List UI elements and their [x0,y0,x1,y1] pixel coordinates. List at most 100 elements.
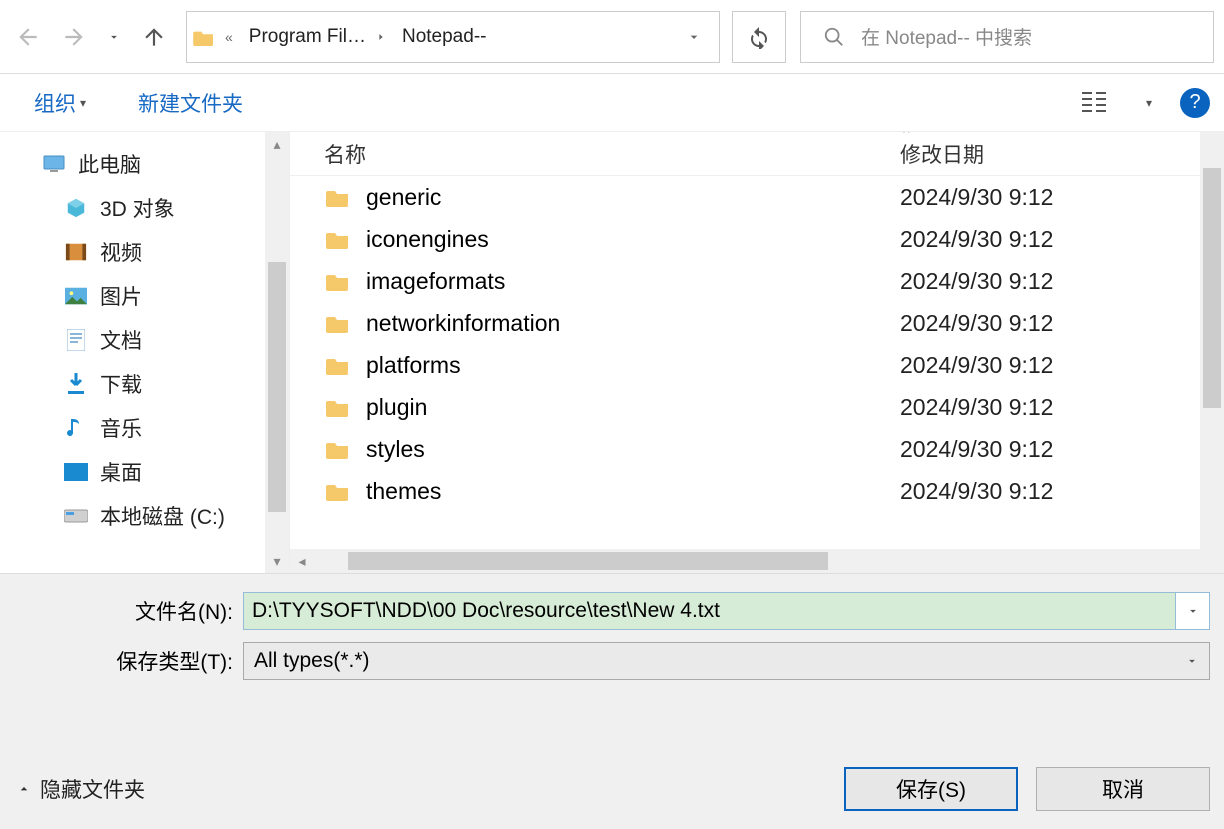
nav-bar: « Program Fil… Notepad-- 在 Notepad-- 中搜索 [0,0,1224,74]
file-row[interactable]: platforms 2024/9/30 9:12 [290,344,1224,386]
folder-icon [324,354,352,376]
toolbar: 组织 ▾ 新建文件夹 ▾ ? [0,74,1224,132]
chevron-down-icon: ▾ [80,96,86,110]
folder-icon [324,480,352,502]
sidebar-item-disk-c[interactable]: 本地磁盘 (C:) [0,494,289,538]
file-date: 2024/9/30 9:12 [880,352,1224,379]
sidebar-item-3d-objects[interactable]: 3D 对象 [0,186,289,230]
column-date[interactable]: 修改日期 [880,139,1224,169]
file-name: themes [366,478,441,505]
file-date: 2024/9/30 9:12 [880,226,1224,253]
folder-icon [324,228,352,250]
file-date: 2024/9/30 9:12 [880,310,1224,337]
file-row[interactable]: themes 2024/9/30 9:12 [290,470,1224,512]
sort-indicator-icon: ⌃ [900,132,913,144]
horizontal-scrollbar[interactable]: ◂ ▸ [290,549,1224,573]
folder-icon [324,312,352,334]
sidebar-item-documents[interactable]: 文档 [0,318,289,362]
sidebar-item-videos[interactable]: 视频 [0,230,289,274]
desktop-icon [62,460,90,484]
breadcrumb[interactable]: « Program Fil… Notepad-- [186,11,720,63]
file-pane: 名称 修改日期 ⌃ generic2024/9/30 9:12iconengin… [290,132,1224,573]
file-row[interactable]: styles 2024/9/30 9:12 [290,428,1224,470]
view-options-button[interactable] [1078,83,1118,123]
drive-icon [62,504,90,528]
save-button[interactable]: 保存(S) [844,767,1018,811]
file-row[interactable]: imageformats2024/9/30 9:12 [290,260,1224,302]
scroll-thumb[interactable] [348,552,828,570]
nav-history-dropdown[interactable] [100,17,128,57]
file-name: plugin [366,394,427,421]
file-row[interactable]: plugin 2024/9/30 9:12 [290,386,1224,428]
filetype-label: 保存类型(T): [0,646,243,676]
file-name: networkinformation [366,310,560,337]
folder-icon [324,186,352,208]
sidebar-scrollbar[interactable]: ▴ ▾ [265,132,289,573]
hide-folders-toggle[interactable]: 隐藏文件夹 [16,774,145,804]
nav-up-button[interactable] [134,17,174,57]
main: 此电脑 3D 对象 视频 图片 文档 下载 音乐 桌面 [0,132,1224,574]
column-name[interactable]: 名称 [290,139,880,169]
search-icon [823,26,845,48]
video-icon [62,240,90,264]
document-icon [62,328,90,352]
file-name: generic [366,184,441,211]
breadcrumb-dropdown[interactable] [669,12,719,62]
scroll-down-icon[interactable]: ▾ [265,549,289,573]
sidebar-item-downloads[interactable]: 下载 [0,362,289,406]
nav-back-button[interactable] [8,17,48,57]
chevron-down-icon[interactable]: ▾ [1146,96,1152,110]
scroll-left-icon[interactable]: ◂ [290,553,314,570]
breadcrumb-segment[interactable]: Program Fil… [243,12,372,62]
file-date: 2024/9/30 9:12 [880,184,1224,211]
refresh-button[interactable] [732,11,786,63]
picture-icon [62,284,90,308]
filename-input[interactable] [243,592,1176,630]
folder-icon [324,396,352,418]
file-date: 2024/9/30 9:12 [880,478,1224,505]
folder-icon [324,438,352,460]
scroll-up-icon[interactable]: ▴ [265,132,289,156]
search-placeholder: 在 Notepad-- 中搜索 [861,23,1032,50]
sidebar-item-pictures[interactable]: 图片 [0,274,289,318]
chevron-up-icon [16,781,32,797]
filetype-select[interactable]: All types(*.*) [243,642,1210,680]
file-date: 2024/9/30 9:12 [880,436,1224,463]
scroll-thumb[interactable] [1203,168,1221,408]
footer: 隐藏文件夹 保存(S) 取消 [0,767,1210,811]
sidebar-item-this-pc[interactable]: 此电脑 [0,142,289,186]
file-name: imageformats [366,268,505,295]
filename-label: 文件名(N): [0,596,243,626]
sidebar: 此电脑 3D 对象 视频 图片 文档 下载 音乐 桌面 [0,132,290,573]
new-folder-button[interactable]: 新建文件夹 [138,88,243,118]
breadcrumb-segment[interactable]: Notepad-- [396,12,493,62]
music-icon [62,416,90,440]
file-row[interactable]: networkinformation 2024/9/30 9:12 [290,302,1224,344]
file-date: 2024/9/30 9:12 [880,394,1224,421]
organize-button[interactable]: 组织 ▾ [34,88,86,118]
help-button[interactable]: ? [1180,88,1210,118]
breadcrumb-separator: « [225,29,233,45]
folder-icon [324,270,352,292]
download-icon [62,372,90,396]
chevron-down-icon [1185,654,1199,668]
file-name: platforms [366,352,461,379]
folder-icon [187,28,221,46]
file-name: iconengines [366,226,489,253]
form-area: 文件名(N): 保存类型(T): All types(*.*) 隐藏文件夹 保存… [0,574,1224,829]
search-input[interactable]: 在 Notepad-- 中搜索 [800,11,1214,63]
computer-icon [40,152,68,176]
filename-dropdown[interactable] [1176,592,1210,630]
file-name: styles [366,436,425,463]
sidebar-item-desktop[interactable]: 桌面 [0,450,289,494]
vertical-scrollbar[interactable] [1200,132,1224,573]
sidebar-item-music[interactable]: 音乐 [0,406,289,450]
nav-forward-button[interactable] [54,17,94,57]
scroll-thumb[interactable] [268,262,286,512]
chevron-right-icon[interactable] [376,32,386,42]
file-row[interactable]: iconengines 2024/9/30 9:12 [290,218,1224,260]
cube-icon [62,196,90,220]
file-row[interactable]: generic 2024/9/30 9:12 [290,176,1224,218]
cancel-button[interactable]: 取消 [1036,767,1210,811]
column-headers: 名称 修改日期 ⌃ [290,132,1224,176]
